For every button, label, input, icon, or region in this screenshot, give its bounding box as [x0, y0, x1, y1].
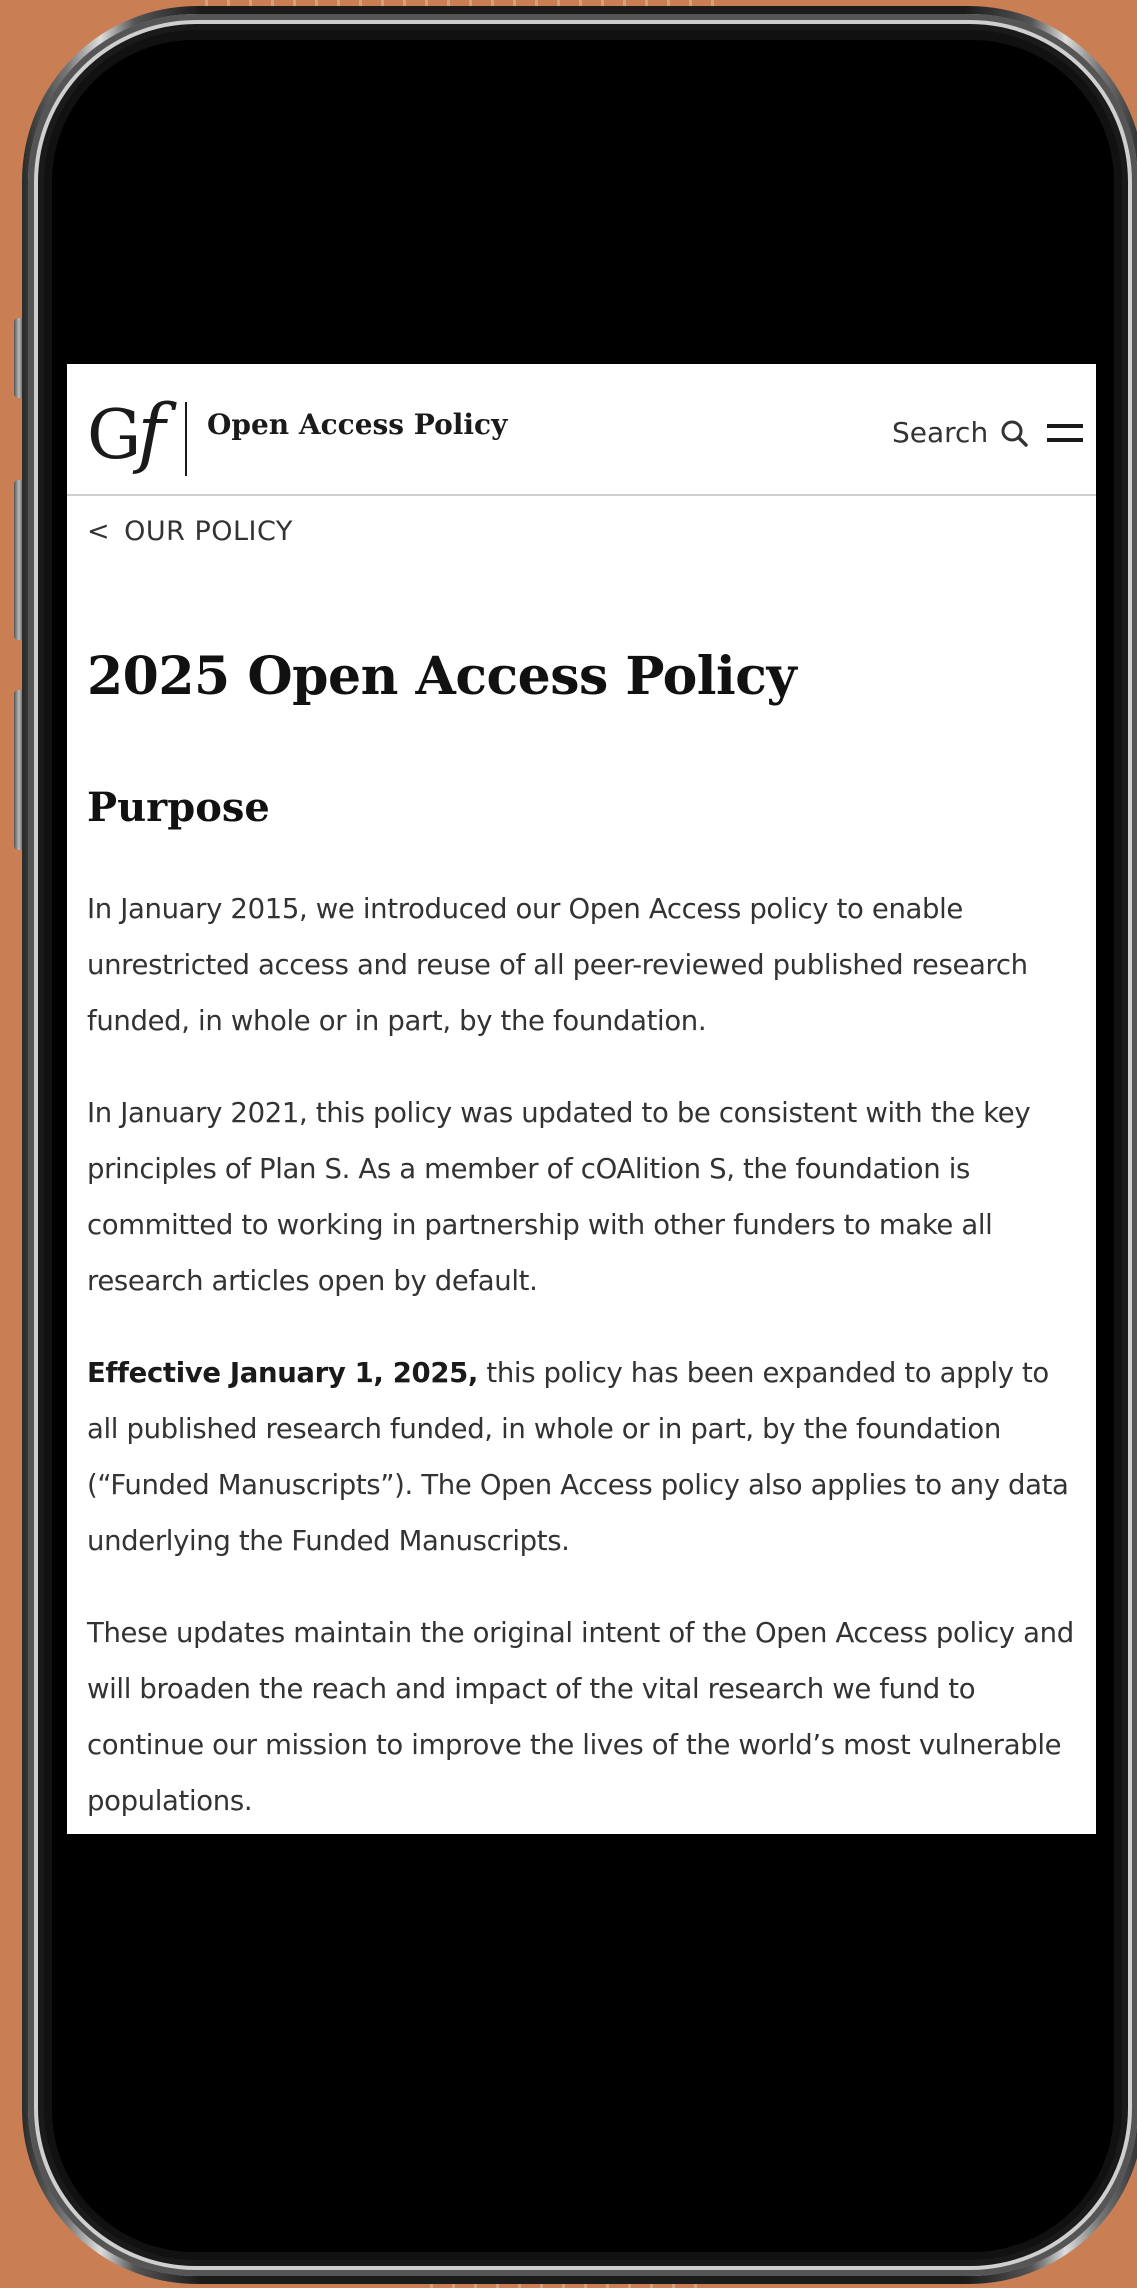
paragraph: In January 2021, this policy was updated… — [87, 1097, 1031, 1297]
page-title: 2025 Open Access Policy — [87, 646, 797, 707]
search-icon — [1001, 420, 1028, 447]
paragraph: These updates maintain the original inte… — [87, 1617, 1074, 1817]
webpage-viewport[interactable]: Gf Open Access Policy Search < OUR POLICY… — [67, 364, 1096, 1834]
gf-logo[interactable]: Gf — [87, 394, 165, 470]
purpose-body: In January 2015, we introduced our Open … — [87, 881, 1087, 1834]
search-label: Search — [892, 416, 989, 449]
chevron-left-icon: < — [87, 516, 111, 547]
breadcrumb-label: OUR POLICY — [124, 516, 293, 547]
logo-divider — [185, 402, 187, 476]
site-title[interactable]: Open Access Policy — [207, 408, 507, 441]
search-button[interactable]: Search — [892, 416, 1030, 449]
paragraph: In January 2015, we introduced our Open … — [87, 893, 1028, 1037]
menu-bar — [1047, 438, 1083, 442]
site-header: Gf Open Access Policy Search — [67, 364, 1096, 496]
device-stage: Gf Open Access Policy Search < OUR POLICY… — [0, 0, 1137, 2288]
breadcrumb-back-link[interactable]: < OUR POLICY — [87, 516, 293, 547]
menu-bar — [1047, 424, 1083, 428]
section-heading-purpose: Purpose — [87, 784, 270, 831]
hamburger-menu-icon[interactable] — [1047, 422, 1085, 446]
paragraph: Effective January 1, 2025, this policy h… — [87, 1345, 1087, 1569]
effective-date-lead: Effective January 1, 2025, — [87, 1357, 478, 1389]
